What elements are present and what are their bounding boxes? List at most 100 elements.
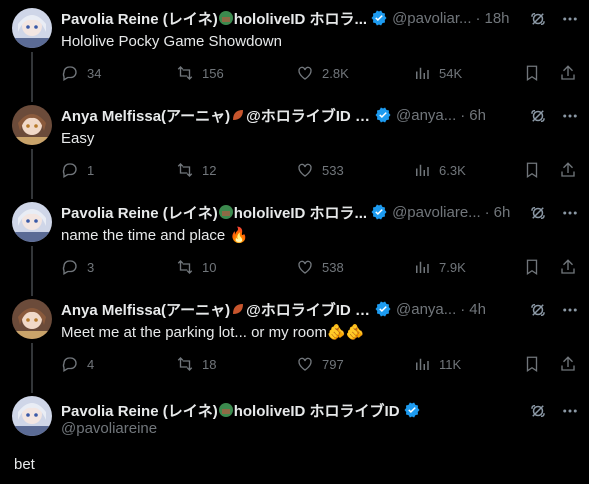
separator: · [460,106,466,124]
avatar[interactable] [12,299,52,339]
separator: · [475,9,481,27]
tweet-text: Hololive Pocky Game Showdown [61,33,282,50]
share-icon[interactable] [559,161,577,179]
tweet[interactable]: Pavolia Reine (レイネ) hololiveID ホロラ... @pa… [0,0,589,102]
tweet-header: Anya Melfissa(アーニャ)@ホロライブID | 新... @anya… [61,299,579,319]
avatar[interactable] [12,8,52,48]
timestamp[interactable]: 4h [469,301,486,318]
pointing-emoji: 🫵🫵 [326,324,365,341]
verified-badge-icon [375,301,391,317]
share-icon[interactable] [559,64,577,82]
bookmark-icon[interactable] [523,258,541,276]
handle[interactable]: @pavoliareine [61,420,157,437]
display-name[interactable]: Pavolia Reine (レイネ) hololiveID ホロラ... [61,202,367,223]
bookmark-icon[interactable] [523,355,541,373]
hololive-emoji-icon [218,10,234,26]
retweet-button[interactable]: 156 [176,64,296,82]
reply-button[interactable]: 34 [61,64,176,82]
verified-badge-icon [404,402,420,418]
focused-tweet[interactable]: Pavolia Reine (レイネ) hololiveID ホロライブID @p… [0,392,589,484]
retweet-icon [177,66,193,80]
tweet-actions: 3 10 538 7.9K [61,258,579,276]
reply-icon [62,66,77,81]
timestamp[interactable]: 6h [494,204,511,221]
grok-icon[interactable] [529,204,547,222]
retweet-icon [177,357,193,371]
display-name[interactable]: Anya Melfissa(アーニャ)@ホロライブID | 新... [61,299,371,320]
tweet[interactable]: Pavolia Reine (レイネ) hololiveID ホロラ... @pa… [0,194,589,296]
views-button[interactable]: 7.9K [413,258,523,276]
like-button[interactable]: 533 [296,161,413,179]
tweet-text: bet [14,456,35,473]
share-icon[interactable] [559,355,577,373]
reply-button[interactable]: 1 [61,161,176,179]
heart-icon [298,163,312,177]
grok-icon[interactable] [529,301,547,319]
like-button[interactable]: 797 [296,355,413,373]
retweet-icon [177,163,193,177]
separator: · [484,203,490,221]
more-icon[interactable] [561,10,579,28]
tweet-header: Pavolia Reine (レイネ) hololiveID ホロラ... @pa… [61,8,579,28]
tweet-text: Easy [61,130,95,147]
timestamp[interactable]: 6h [469,107,486,124]
handle[interactable]: @pavoliare... [392,204,481,221]
tweet-actions: 1 12 533 6.3K [61,161,579,179]
more-icon[interactable] [561,402,579,420]
display-name[interactable]: Pavolia Reine (レイネ) hololiveID ホロライブID [61,400,400,421]
share-icon[interactable] [559,258,577,276]
reply-button[interactable]: 4 [61,355,176,373]
more-icon[interactable] [561,204,579,222]
retweet-button[interactable]: 12 [176,161,296,179]
handle[interactable]: @anya... [396,107,456,124]
verified-badge-icon [371,10,387,26]
heart-icon [298,260,312,274]
tweet[interactable]: Anya Melfissa(アーニャ)@ホロライブID | 新... @anya… [0,97,589,199]
views-button[interactable]: 11K [413,355,523,373]
views-button[interactable]: 54K [413,64,523,82]
tweet-header: Pavolia Reine (レイネ) hololiveID ホロラ... @pa… [61,202,579,222]
retweet-button[interactable]: 10 [176,258,296,276]
like-button[interactable]: 2.8K [296,64,413,82]
avatar[interactable] [12,396,52,436]
tweet-header: Anya Melfissa(アーニャ)@ホロライブID | 新... @anya… [61,105,579,125]
grok-icon[interactable] [529,10,547,28]
reply-icon [62,260,77,275]
thread-line [31,149,33,199]
analytics-icon [416,164,429,176]
handle[interactable]: @anya... [396,301,456,318]
bookmark-icon[interactable] [523,64,541,82]
verified-badge-icon [375,107,391,123]
retweet-button[interactable]: 18 [176,355,296,373]
tweet-actions: 34 156 2.8K 54K [61,64,579,82]
thread-line [31,343,33,393]
heart-icon [298,357,312,371]
tweet[interactable]: Anya Melfissa(アーニャ)@ホロライブID | 新... @anya… [0,291,589,393]
more-icon[interactable] [561,107,579,125]
grok-icon[interactable] [529,107,547,125]
fire-emoji: 🔥 [229,227,249,244]
analytics-icon [416,67,429,79]
tweet-text: name the time and place 🔥 [61,227,249,244]
analytics-icon [416,261,429,273]
reply-icon [62,163,77,178]
more-icon[interactable] [561,301,579,319]
display-name[interactable]: Anya Melfissa(アーニャ)@ホロライブID | 新... [61,105,371,126]
avatar[interactable] [12,105,52,145]
avatar[interactable] [12,202,52,242]
leaf-emoji-icon [230,107,246,123]
views-button[interactable]: 6.3K [413,161,523,179]
hololive-emoji-icon [218,402,234,418]
grok-icon[interactable] [529,402,547,420]
verified-badge-icon [371,204,387,220]
reply-button[interactable]: 3 [61,258,176,276]
bookmark-icon[interactable] [523,161,541,179]
retweet-icon [177,260,193,274]
display-name[interactable]: Pavolia Reine (レイネ) hololiveID ホロラ... [61,8,367,29]
separator: · [460,300,466,318]
tweet-text: Meet me at the parking lot... or my room… [61,324,365,341]
analytics-icon [416,358,429,370]
timestamp[interactable]: 18h [485,10,510,27]
like-button[interactable]: 538 [296,258,413,276]
handle[interactable]: @pavoliar... [392,10,471,27]
